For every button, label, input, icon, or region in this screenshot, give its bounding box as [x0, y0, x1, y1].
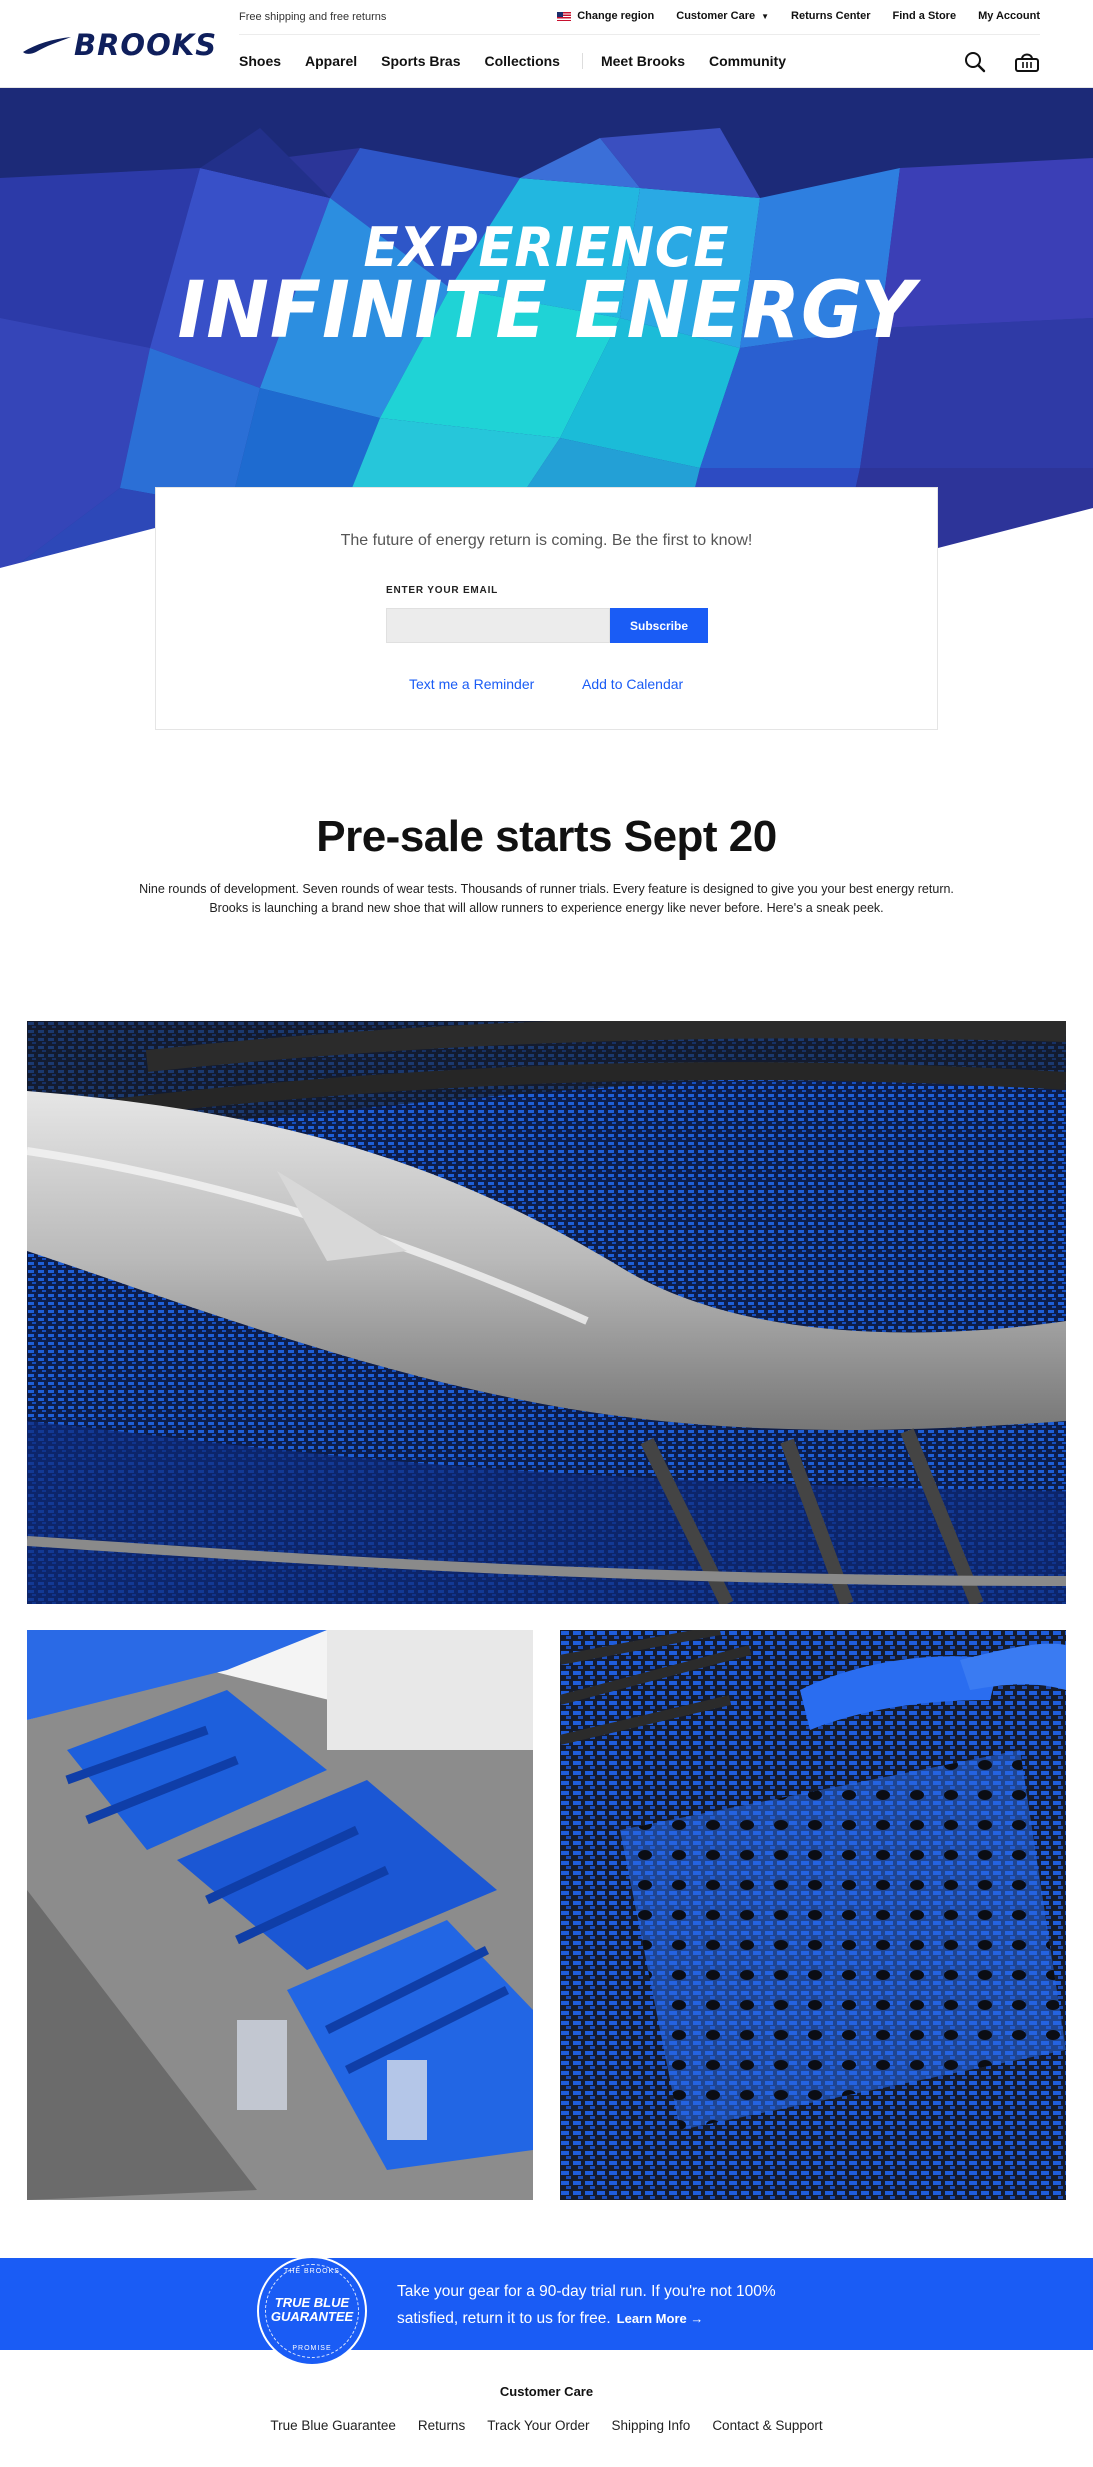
nav-shoes[interactable]: Shoes	[239, 53, 281, 69]
email-input[interactable]	[386, 608, 610, 643]
change-region-link[interactable]: Change region	[557, 10, 654, 22]
footer-link-true-blue-guarantee[interactable]: True Blue Guarantee	[270, 2418, 396, 2433]
footer-customer-care-heading: Customer Care	[499, 2384, 594, 2399]
nav-meet-brooks[interactable]: Meet Brooks	[601, 53, 685, 69]
footer-link-returns[interactable]: Returns	[418, 2418, 465, 2433]
search-icon	[965, 52, 986, 73]
cart-button[interactable]	[1013, 48, 1041, 76]
chevron-down-icon: ▼	[761, 11, 770, 21]
seal-bottom-text: PROMISE	[292, 2345, 332, 2352]
site-header: BROOKS Free shipping and free returns Ch…	[0, 0, 1093, 88]
email-signup-card: The future of energy return is coming. B…	[155, 487, 938, 730]
nav-sports-bras[interactable]: Sports Bras	[381, 53, 460, 69]
signup-lead-text: The future of energy return is coming. B…	[340, 532, 753, 549]
header-divider	[239, 34, 1040, 35]
guarantee-banner: THE BROOKS TRUE BLUE GUARANTEE PROMISE T…	[0, 2256, 1093, 2366]
brooks-swoosh-icon	[23, 37, 71, 54]
seal-main-text: TRUE BLUE GUARANTEE	[270, 2295, 354, 2324]
main-nav: Shoes Apparel Sports Bras Collections Me…	[239, 53, 810, 69]
guarantee-copy: Take your gear for a 90-day trial run. I…	[397, 2283, 776, 2327]
shoe-outsole-image	[27, 1630, 533, 2200]
customer-care-label: Customer Care	[676, 10, 756, 22]
presale-heading: Pre-sale starts Sept 20	[316, 812, 777, 861]
change-region-label: Change region	[577, 10, 655, 22]
hero-heading-line2: INFINITE ENERGY	[177, 266, 916, 356]
shoe-mesh-upper-image	[560, 1630, 1066, 2200]
email-label: ENTER YOUR EMAIL	[386, 585, 499, 596]
brand-name: BROOKS	[74, 28, 218, 62]
footer-link-shipping-info[interactable]: Shipping Info	[612, 2418, 691, 2433]
brooks-logo[interactable]: BROOKS	[22, 28, 217, 62]
my-account-link[interactable]: My Account	[978, 10, 1040, 22]
nav-divider	[581, 53, 583, 69]
footer-link-contact-support[interactable]: Contact & Support	[712, 2418, 822, 2433]
subscribe-button[interactable]: Subscribe	[610, 608, 708, 643]
utility-nav: Change region Customer Care ▼ Returns Ce…	[557, 10, 1040, 22]
footer-link-track-order[interactable]: Track Your Order	[487, 2418, 589, 2433]
nav-apparel[interactable]: Apparel	[305, 53, 357, 69]
presale-description: Nine rounds of development. Seven rounds…	[139, 882, 954, 915]
seal-top-text: THE BROOKS	[284, 2268, 340, 2275]
learn-more-link[interactable]: Learn More →	[617, 2311, 704, 2326]
add-to-calendar-link[interactable]: Add to Calendar	[582, 676, 683, 692]
shoe-detail-image-wide	[27, 1021, 1066, 1604]
search-button[interactable]	[961, 48, 989, 76]
nav-community[interactable]: Community	[709, 53, 786, 69]
shipping-message: Free shipping and free returns	[239, 11, 387, 23]
customer-care-menu[interactable]: Customer Care ▼	[676, 10, 769, 22]
us-flag-icon	[557, 11, 572, 21]
text-reminder-link[interactable]: Text me a Reminder	[409, 676, 534, 692]
find-store-link[interactable]: Find a Store	[893, 10, 957, 22]
shopping-cart-icon	[1015, 53, 1039, 72]
guarantee-message: Take your gear for a 90-day trial run. I…	[397, 2278, 817, 2332]
footer-links: True Blue Guarantee Returns Track Your O…	[0, 2418, 1093, 2433]
true-blue-guarantee-seal: THE BROOKS TRUE BLUE GUARANTEE PROMISE	[257, 2256, 367, 2366]
nav-collections[interactable]: Collections	[485, 53, 560, 69]
returns-center-link[interactable]: Returns Center	[791, 10, 870, 22]
